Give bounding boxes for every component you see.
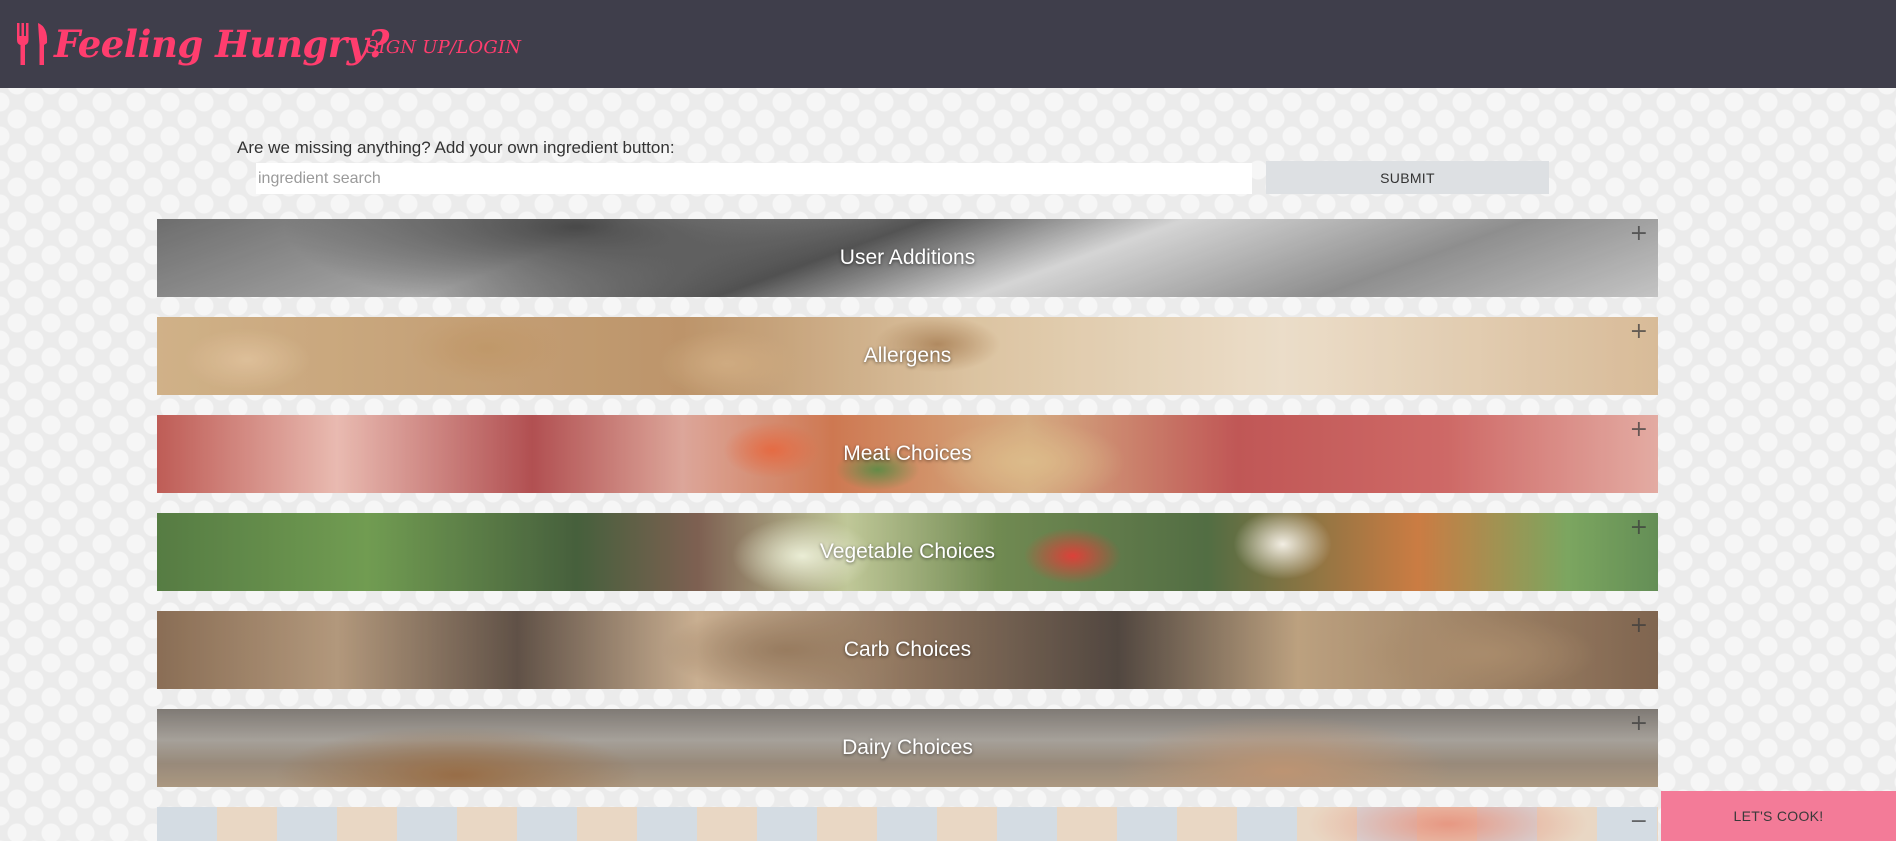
- collapse-minus-icon[interactable]: −: [1630, 811, 1648, 833]
- category-title: Allergens: [863, 344, 952, 367]
- ingredient-search-input[interactable]: [256, 163, 1252, 194]
- expand-plus-icon[interactable]: +: [1630, 615, 1648, 637]
- add-ingredient-label: Are we missing anything? Add your own in…: [237, 138, 675, 157]
- brand-title: Feeling Hungry?: [54, 22, 389, 66]
- category-panel-vegetable-choices[interactable]: Vegetable Choices +: [157, 513, 1658, 591]
- category-title: User Additions: [839, 246, 976, 269]
- category-panel-dairy-choices[interactable]: Dairy Choices +: [157, 709, 1658, 787]
- expand-plus-icon[interactable]: +: [1630, 517, 1648, 539]
- category-title: Vegetable Choices: [819, 540, 996, 563]
- submit-button[interactable]: SUBMIT: [1266, 161, 1549, 194]
- expand-plus-icon[interactable]: +: [1630, 713, 1648, 735]
- category-title: Meat Choices: [843, 442, 972, 465]
- lets-cook-button[interactable]: LET'S COOK!: [1661, 791, 1896, 841]
- category-panel-carb-choices[interactable]: Carb Choices +: [157, 611, 1658, 689]
- utensils-icon: [17, 23, 48, 65]
- category-panel-partial[interactable]: −: [157, 807, 1658, 841]
- signup-login-link[interactable]: SIGN UP/LOGIN: [366, 37, 521, 58]
- category-panel-allergens[interactable]: Allergens +: [157, 317, 1658, 395]
- category-title: [157, 807, 1658, 841]
- category-panel-user-additions[interactable]: User Additions +: [157, 219, 1658, 297]
- brand-link[interactable]: Feeling Hungry?: [14, 18, 389, 70]
- expand-plus-icon[interactable]: +: [1630, 419, 1648, 441]
- category-panel-meat-choices[interactable]: Meat Choices +: [157, 415, 1658, 493]
- category-title: Dairy Choices: [842, 736, 973, 759]
- category-title: Carb Choices: [843, 638, 972, 661]
- expand-plus-icon[interactable]: +: [1630, 223, 1648, 245]
- expand-plus-icon[interactable]: +: [1630, 321, 1648, 343]
- navbar: Feeling Hungry? SIGN UP/LOGIN: [0, 0, 1896, 88]
